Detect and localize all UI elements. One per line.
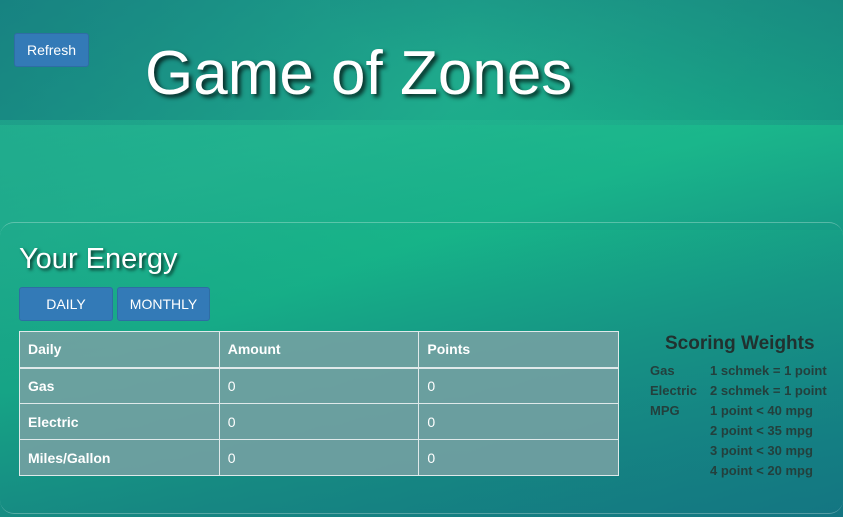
background-shard <box>0 120 843 230</box>
table-row: Electric 0 0 <box>19 403 619 440</box>
scoring-value: 3 point < 30 mpg <box>710 443 813 458</box>
amount-cell: 0 <box>218 367 420 404</box>
row-label: Miles/Gallon <box>19 439 220 476</box>
scoring-row: Electric 2 schmek = 1 point <box>650 381 840 401</box>
scoring-key <box>650 441 710 461</box>
scoring-value: 2 schmek = 1 point <box>710 383 827 398</box>
table-row: Gas 0 0 <box>19 367 619 404</box>
row-label: Gas <box>19 367 220 404</box>
scoring-value: 1 schmek = 1 point <box>710 363 827 378</box>
tab-monthly-button[interactable]: MONTHLY <box>117 287 210 321</box>
scoring-key: Electric <box>650 383 697 398</box>
scoring-row: Gas 1 schmek = 1 point <box>650 361 840 381</box>
row-label: Electric <box>19 403 220 440</box>
amount-cell: 0 <box>218 403 420 440</box>
points-cell: 0 <box>418 403 619 440</box>
scoring-value: 4 point < 20 mpg <box>710 463 813 478</box>
scoring-row: 2 point < 35 mpg <box>650 421 840 441</box>
column-header-points: Points <box>418 331 619 369</box>
scoring-weights: Scoring Weights Gas 1 schmek = 1 point E… <box>650 333 840 481</box>
scoring-key <box>650 421 710 441</box>
scoring-row: 3 point < 30 mpg <box>650 441 840 461</box>
app-title: Game of Zones <box>145 39 573 108</box>
scoring-row: MPG 1 point < 40 mpg <box>650 401 840 421</box>
scoring-value: 2 point < 35 mpg <box>710 423 813 438</box>
scoring-key: Gas <box>650 363 675 378</box>
scoring-row: 4 point < 20 mpg <box>650 461 840 481</box>
scoring-value: 1 point < 40 mpg <box>710 403 813 418</box>
column-header-amount: Amount <box>218 331 420 369</box>
amount-cell: 0 <box>218 439 420 476</box>
table-header-row: Daily Amount Points <box>19 331 619 369</box>
energy-table: Daily Amount Points Gas 0 0 Electric 0 0… <box>19 331 619 476</box>
points-cell: 0 <box>418 367 619 404</box>
refresh-button[interactable]: Refresh <box>14 33 89 67</box>
section-title-your-energy: Your Energy <box>19 243 178 275</box>
table-row: Miles/Gallon 0 0 <box>19 439 619 476</box>
tab-daily-button[interactable]: DAILY <box>19 287 113 321</box>
scoring-key: MPG <box>650 403 680 418</box>
points-cell: 0 <box>418 439 619 476</box>
scoring-key <box>650 461 710 481</box>
column-header-daily: Daily <box>19 331 220 369</box>
scoring-weights-title: Scoring Weights <box>665 333 815 354</box>
